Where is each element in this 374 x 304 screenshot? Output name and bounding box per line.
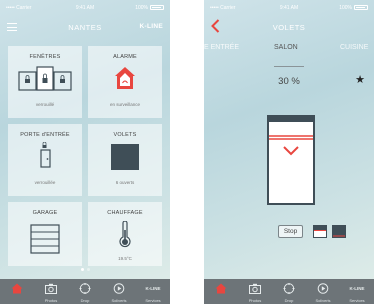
page-indicator[interactable] xyxy=(0,268,170,271)
home-icon xyxy=(11,283,23,294)
volets-screen: ••••• Carrier 9:41 AM 100% VOLETS E ENTR… xyxy=(204,0,374,304)
tab-label: Soliveris xyxy=(111,298,127,303)
nav-bar: NANTES K-LINE xyxy=(0,14,170,40)
thermometer-icon xyxy=(119,221,131,248)
tab-label: Services xyxy=(349,298,365,303)
page-title: VOLETS xyxy=(272,23,306,32)
tile-status: en surveillance xyxy=(109,102,141,107)
tab-label: Drop xyxy=(80,298,90,303)
battery-icon xyxy=(354,5,368,10)
room-tab-entree[interactable]: E ENTRÉE xyxy=(204,44,239,51)
shutter-closed-icon[interactable] xyxy=(332,225,346,238)
tab-soliveris[interactable]: Soliveris xyxy=(102,279,136,304)
tile-status: 19.5°C xyxy=(118,256,132,261)
battery-percent: 100% xyxy=(339,5,352,11)
stop-button[interactable]: Stop xyxy=(278,225,303,238)
compass-icon xyxy=(283,283,295,294)
nav-bar: VOLETS xyxy=(204,14,374,40)
tab-drop[interactable]: Drop xyxy=(272,279,306,304)
tab-photos[interactable]: Photos xyxy=(238,279,272,304)
tile-title: CHAUFFAGE xyxy=(107,210,143,216)
tab-label: Photos xyxy=(44,298,58,303)
tile-status: verrouillée xyxy=(34,180,56,185)
tile-status: 6 ouverts xyxy=(115,180,135,185)
tab-drop[interactable]: Drop xyxy=(68,279,102,304)
tab-services[interactable]: K-LINE Services xyxy=(340,279,374,304)
camera-icon xyxy=(45,283,57,294)
compass-icon xyxy=(79,283,91,294)
windows-lock-icon xyxy=(18,66,72,91)
tab-bar: Photos Drop Soliveris K-LINE Services xyxy=(0,279,170,304)
garage-door-icon xyxy=(30,224,60,254)
shutter-percent: 30 % xyxy=(278,76,300,87)
tab-bar: Photos Drop Soliveris K-LINE Services xyxy=(204,279,374,304)
door-lock-icon xyxy=(40,142,51,168)
shutter-half-closed-icon[interactable] xyxy=(313,225,327,238)
kline-logo: K-LINE xyxy=(139,23,163,30)
shutter-control[interactable] xyxy=(267,115,315,205)
kline-logo: K-LINE xyxy=(349,286,365,291)
page-dot-active[interactable] xyxy=(80,268,84,271)
tab-photos[interactable]: Photos xyxy=(34,279,68,304)
room-selector: E ENTRÉE SALON CUISINE xyxy=(204,44,374,58)
camera-icon xyxy=(249,283,261,294)
play-icon xyxy=(317,283,329,294)
shutter-fill xyxy=(269,122,313,136)
battery-percent: 100% xyxy=(135,5,148,11)
tab-label: Soliveris xyxy=(315,298,331,303)
tab-label: Services xyxy=(145,298,161,303)
room-tab-underline xyxy=(274,66,304,67)
tile-fenetres[interactable]: FENÊTRES verrouillé xyxy=(8,46,82,118)
shutter-block-icon xyxy=(111,144,139,170)
kline-logo: K-LINE xyxy=(145,286,161,291)
tile-garage[interactable]: GARAGE xyxy=(8,202,82,266)
status-bar: ••••• Carrier 9:41 AM 100% xyxy=(0,0,170,14)
status-bar: ••••• Carrier 9:41 AM 100% xyxy=(204,0,374,14)
tile-alarme[interactable]: ALARME en surveillance xyxy=(88,46,162,118)
home-screen: ••••• Carrier 9:41 AM 100% NANTES K-LINE… xyxy=(0,0,170,304)
tile-title: FENÊTRES xyxy=(29,54,61,60)
favorite-star-icon[interactable]: ★ xyxy=(355,73,365,86)
tab-label: Drop xyxy=(284,298,294,303)
battery-icon xyxy=(150,5,164,10)
tile-status: verrouillé xyxy=(35,102,55,107)
tab-label: Photos xyxy=(248,298,262,303)
tab-home[interactable] xyxy=(204,279,238,304)
tab-soliveris[interactable]: Soliveris xyxy=(306,279,340,304)
alarm-house-icon xyxy=(115,67,135,89)
tile-title: ALARME xyxy=(113,54,137,60)
play-icon xyxy=(113,283,125,294)
room-tab-cuisine[interactable]: CUISINE xyxy=(340,44,368,51)
tab-services[interactable]: K-LINE Services xyxy=(136,279,170,304)
home-icon xyxy=(215,283,227,294)
page-dot[interactable] xyxy=(86,268,90,271)
room-tab-salon[interactable]: SALON xyxy=(274,44,298,51)
tile-volets[interactable]: VOLETS 6 ouverts xyxy=(88,124,162,196)
tile-title: VOLETS xyxy=(113,132,137,138)
tile-porte-entree[interactable]: PORTE d'ENTRÉE verrouillée xyxy=(8,124,82,196)
tile-title: GARAGE xyxy=(32,210,58,216)
tile-title: PORTE d'ENTRÉE xyxy=(20,132,70,138)
tab-home[interactable] xyxy=(0,279,34,304)
tile-chauffage[interactable]: CHAUFFAGE 19.5°C xyxy=(88,202,162,266)
